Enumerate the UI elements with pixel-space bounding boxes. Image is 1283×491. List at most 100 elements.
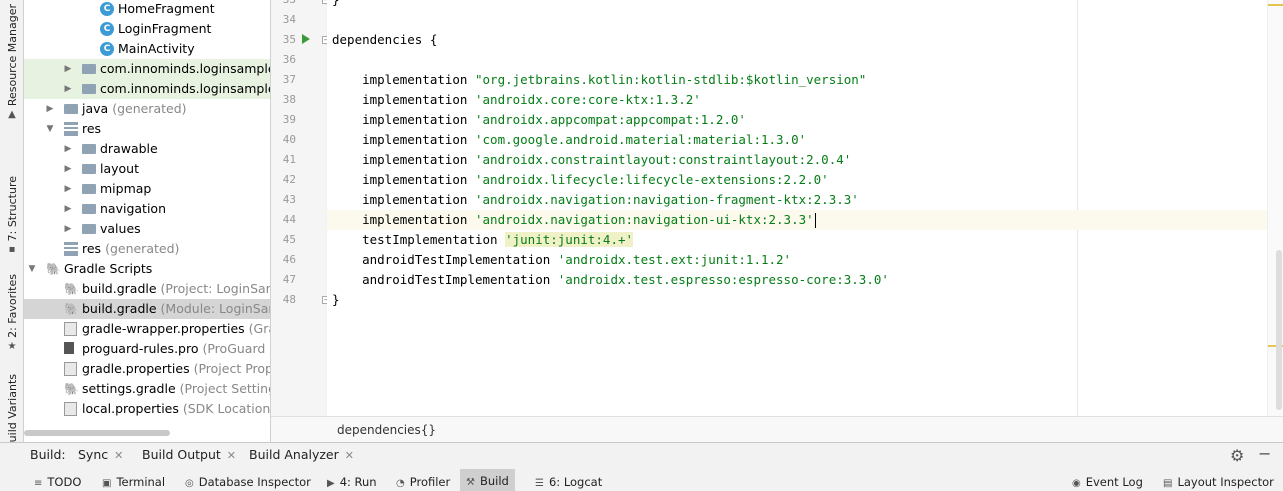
tree-item[interactable]: ▶ mipmap xyxy=(24,179,270,199)
tree-item-name: HomeFragment xyxy=(118,1,215,16)
tool-tab-database[interactable]: ◎ Database Inspector xyxy=(185,475,311,489)
collapsed-arrow-icon[interactable]: ▶ xyxy=(62,219,74,239)
code-line[interactable]: implementation 'androidx.navigation:navi… xyxy=(327,210,1267,230)
tab-build-output[interactable]: Build Output ✕ xyxy=(136,443,242,471)
code-line[interactable] xyxy=(327,10,1267,30)
tree-item[interactable]: ▶ navigation xyxy=(24,199,270,219)
code-token: implementation xyxy=(332,172,475,187)
tree-item[interactable]: ▶ com.innominds.loginsample (an xyxy=(24,59,270,79)
tree-item[interactable]: ▶ drawable xyxy=(24,139,270,159)
breadcrumb[interactable]: dependencies{} xyxy=(337,423,436,437)
tree-item[interactable]: C LoginFragment xyxy=(24,19,270,39)
tree-item-name: java xyxy=(82,101,109,116)
code-line[interactable]: implementation 'androidx.lifecycle:lifec… xyxy=(327,170,1267,190)
tool-tab-terminal[interactable]: ▣ Terminal xyxy=(102,475,165,489)
gutter-line: 45 xyxy=(271,230,326,250)
tree-item[interactable]: ▶ values xyxy=(24,219,270,239)
code-line[interactable]: implementation "org.jetbrains.kotlin:kot… xyxy=(327,70,1267,90)
collapsed-arrow-icon[interactable]: ▶ xyxy=(62,159,74,179)
tree-item-label: drawable xyxy=(100,139,158,159)
tool-tab-run[interactable]: ▶ 4: Run xyxy=(327,475,377,489)
folder-icon xyxy=(82,144,96,154)
tree-item-label: com.innominds.loginsample (an xyxy=(100,59,270,79)
tree-item-hint: (ProGuard Rules xyxy=(202,341,270,356)
string-literal: 'androidx.core:core-ktx:1.3.2' xyxy=(475,92,701,107)
tool-tab-hammer[interactable]: ⚒ Build xyxy=(460,469,515,491)
collapsed-arrow-icon[interactable]: ▶ xyxy=(62,79,74,99)
tree-item[interactable]: ▶ com.innominds.loginsample (tes xyxy=(24,79,270,99)
collapsed-arrow-icon[interactable]: ▶ xyxy=(62,59,74,79)
tree-item[interactable]: 🐘build.gradle (Module: LoginSample. xyxy=(24,299,270,319)
collapsed-arrow-icon[interactable]: ▶ xyxy=(62,199,74,219)
code-line[interactable]: implementation 'androidx.constraintlayou… xyxy=(327,150,1267,170)
code-token: implementation xyxy=(332,112,475,127)
line-number: 39 xyxy=(282,113,296,126)
class-icon: C xyxy=(100,22,114,36)
tree-item[interactable]: 🐘settings.gradle (Project Settings) xyxy=(24,379,270,399)
collapsed-arrow-icon[interactable]: ▶ xyxy=(62,179,74,199)
code-line[interactable]: } xyxy=(327,290,1267,310)
collapsed-arrow-icon[interactable]: ▶ xyxy=(44,99,56,119)
tree-item[interactable]: local.properties (SDK Location) xyxy=(24,399,270,419)
structure-tab[interactable]: 7: Structure ▪ xyxy=(1,176,23,255)
line-number: 38 xyxy=(282,93,296,106)
folder-icon xyxy=(82,84,96,94)
folder-icon xyxy=(82,204,96,214)
code-line[interactable]: androidTestImplementation 'androidx.test… xyxy=(327,250,1267,270)
close-icon[interactable]: ✕ xyxy=(114,449,123,462)
tool-tab-logcat[interactable]: ☰ 6: Logcat xyxy=(535,475,602,489)
tree-item[interactable]: ▼ 🐘 Gradle Scripts xyxy=(24,259,270,279)
tree-item[interactable]: ▶ java (generated) xyxy=(24,99,270,119)
folder-icon xyxy=(82,64,96,74)
tree-item[interactable]: gradle.properties (Project Properties xyxy=(24,359,270,379)
minimize-icon[interactable]: − xyxy=(1258,444,1271,463)
code-token: implementation xyxy=(332,152,475,167)
tree-item-name: proguard-rules.pro xyxy=(82,341,199,356)
code-editor[interactable]: } dependencies { implementation "org.jetb… xyxy=(327,0,1267,416)
code-token: implementation xyxy=(332,92,475,107)
tree-item[interactable]: ▶ layout xyxy=(24,159,270,179)
tool-tab-label: 4: Run xyxy=(339,475,377,489)
code-line[interactable] xyxy=(327,50,1267,70)
expanded-arrow-icon[interactable]: ▼ xyxy=(44,119,56,139)
code-line[interactable]: implementation 'androidx.appcompat:appco… xyxy=(327,110,1267,130)
tree-item-name: settings.gradle xyxy=(82,381,176,396)
tool-tab-list[interactable]: ≡ TODO xyxy=(34,475,81,489)
gutter-line: 34 xyxy=(271,10,326,30)
tree-item[interactable]: C MainActivity xyxy=(24,39,270,59)
tree-item[interactable]: res (generated) xyxy=(24,239,270,259)
tree-item[interactable]: ▼ res xyxy=(24,119,270,139)
tool-tab-layout-inspector[interactable]: ▤ Layout Inspector xyxy=(1163,475,1274,489)
resource-manager-tab[interactable]: Resource Manager ▲ xyxy=(1,4,23,120)
code-line[interactable]: } xyxy=(327,0,1267,10)
code-line[interactable]: implementation 'androidx.navigation:navi… xyxy=(327,190,1267,210)
code-line[interactable]: androidTestImplementation 'androidx.test… xyxy=(327,270,1267,290)
tool-tab-profiler[interactable]: ◔ Profiler xyxy=(396,475,450,489)
tab-build-analyzer[interactable]: Build Analyzer ✕ xyxy=(249,443,354,469)
tree-item[interactable]: 🐘build.gradle (Project: LoginSample) xyxy=(24,279,270,299)
tree-item[interactable]: gradle-wrapper.properties (Gradle V xyxy=(24,319,270,339)
error-stripe-mark[interactable] xyxy=(1268,4,1283,6)
tool-tab-event-log[interactable]: ◉ Event Log xyxy=(1072,475,1143,489)
star-icon: ★ xyxy=(7,340,17,352)
tree-item-name: Gradle Scripts xyxy=(64,261,153,276)
editor-scrollbar[interactable] xyxy=(1267,0,1283,416)
code-line[interactable]: implementation 'com.google.android.mater… xyxy=(327,130,1267,150)
favorites-tab[interactable]: 2: Favorites ★ xyxy=(1,274,23,352)
close-icon[interactable]: ✕ xyxy=(227,449,236,462)
tree-item-label: proguard-rules.pro (ProGuard Rules xyxy=(82,339,270,359)
tree-horizontal-scrollbar[interactable] xyxy=(24,430,170,436)
collapsed-arrow-icon[interactable]: ▶ xyxy=(62,139,74,159)
code-line[interactable]: testImplementation 'junit:junit:4.+' xyxy=(327,230,1267,250)
code-token: dependencies { xyxy=(332,32,438,47)
tree-item[interactable]: C HomeFragment xyxy=(24,0,270,19)
code-line[interactable]: implementation 'androidx.core:core-ktx:1… xyxy=(327,90,1267,110)
editor-scroll-thumb[interactable] xyxy=(1276,250,1282,410)
expanded-arrow-icon[interactable]: ▼ xyxy=(26,259,38,279)
close-icon[interactable]: ✕ xyxy=(345,449,354,462)
run-gutter-icon[interactable] xyxy=(302,34,310,44)
gear-icon[interactable]: ⚙ xyxy=(1230,446,1244,465)
tree-item[interactable]: proguard-rules.pro (ProGuard Rules xyxy=(24,339,270,359)
code-line[interactable]: dependencies { xyxy=(327,30,1267,50)
tab-sync[interactable]: Sync ✕ xyxy=(78,443,123,469)
